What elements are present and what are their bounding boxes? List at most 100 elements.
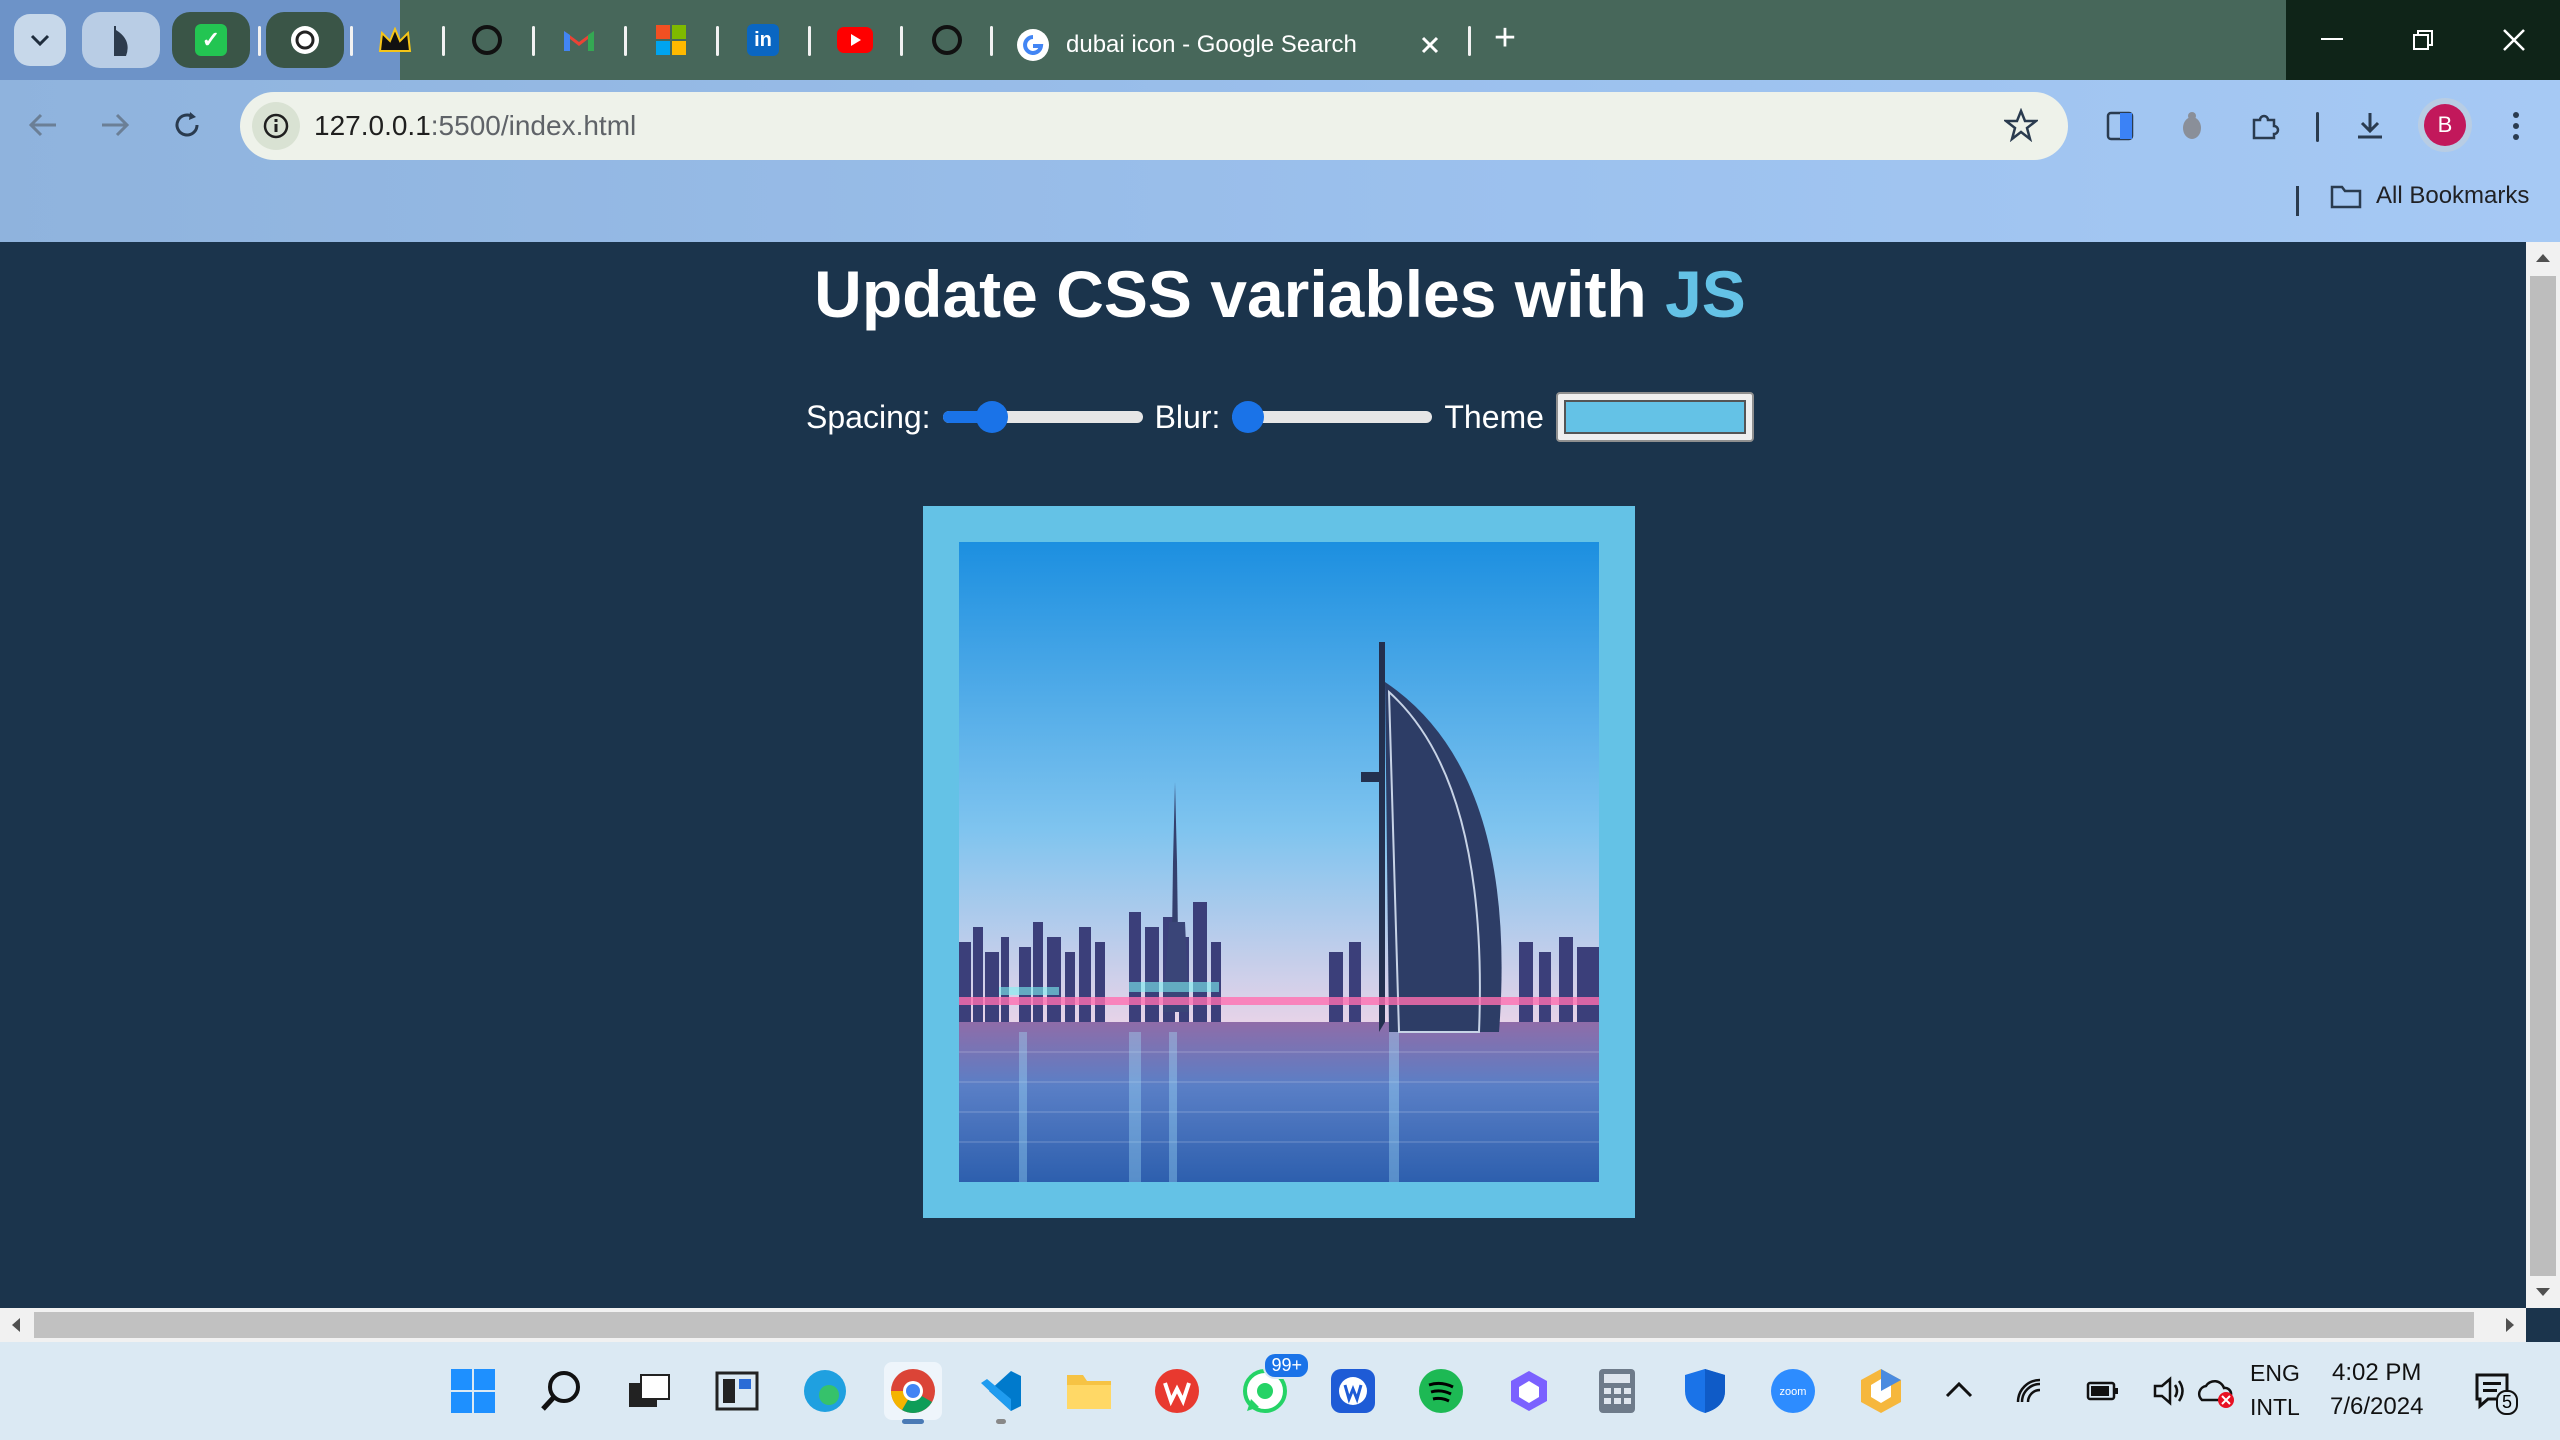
scroll-down-icon[interactable] [2526,1278,2560,1308]
time: 4:02 PM [2332,1359,2422,1386]
chevron-up-icon[interactable] [1944,1378,1974,1400]
defender-button[interactable] [1676,1362,1734,1420]
theme-label: Theme [1444,398,1544,435]
menu-button[interactable] [2494,104,2538,148]
site-info-button[interactable] [252,102,300,150]
onedrive-error-icon[interactable] [2196,1376,2236,1408]
pinned-tab-tasks[interactable]: ✓ [172,12,250,68]
pinned-tab-github-2[interactable] [908,12,986,68]
wifi-icon[interactable] [2014,1376,2044,1404]
search-icon [541,1371,580,1411]
file-explorer-button[interactable] [1060,1362,1118,1420]
date: 7/6/2024 [2330,1393,2424,1420]
windows-taskbar: 99+ zoom ENG INTL 4:02 PM 7/6/2024 5 [0,1342,2560,1440]
scroll-right-icon[interactable] [2496,1308,2526,1342]
tab-title: dubai icon - Google Search [1066,31,1357,58]
back-button[interactable] [20,102,66,148]
checkmark-icon: ✓ [195,24,227,56]
blur-label: Blur: [1154,398,1221,435]
tab-active-google-search[interactable]: dubai icon - Google Search [996,10,1452,80]
profile-avatar[interactable]: B [2424,104,2466,146]
pinned-tab-linkedin[interactable]: in [724,12,802,68]
url-text[interactable]: 127.0.0.1:5500/index.html [314,110,636,142]
edge-button[interactable] [796,1362,854,1420]
w-app-icon [1331,1369,1375,1413]
spacing-slider[interactable] [942,397,1143,437]
browser-chrome: ✓ in dubai icon - Google Search + 127.0.… [0,0,2560,242]
horizontal-scrollbar[interactable] [0,1308,2526,1342]
task-view-button[interactable] [620,1362,678,1420]
pinned-tab-youtube[interactable] [816,12,894,68]
wps-office-button[interactable] [1148,1362,1206,1420]
download-icon [2358,113,2382,139]
downloads-button[interactable] [2348,104,2392,148]
close-tab-icon[interactable] [1420,35,1440,55]
copilot-button[interactable] [1500,1362,1558,1420]
restore-icon [2412,30,2433,50]
svg-text:zoom: zoom [1780,1386,1807,1398]
gmail-icon [564,31,594,51]
reading-mode-button[interactable] [2098,104,2142,148]
edge-icon [804,1370,846,1412]
calculator-button[interactable] [1588,1362,1646,1420]
reload-button[interactable] [164,102,210,148]
theme-color-picker[interactable] [1555,392,1754,442]
scrollbar-thumb[interactable] [2530,276,2556,1276]
clock[interactable]: 4:02 PM 7/6/2024 [2330,1356,2423,1424]
close-icon [2502,29,2525,51]
search-button[interactable] [532,1362,590,1420]
chrome-icon [891,1369,935,1413]
new-tab-button[interactable]: + [1484,18,1526,60]
calculator-icon [1599,1369,1635,1413]
tab-search-button[interactable] [14,14,66,66]
pinned-tab-burj-al-arab[interactable] [82,12,160,68]
notification-count: 5 [2496,1390,2519,1415]
input-language[interactable]: ENG INTL [2250,1356,2300,1424]
controls-row: Spacing: Blur: Theme [0,392,2560,442]
pinned-tab-chatgpt[interactable] [266,12,344,68]
address-bar[interactable]: 127.0.0.1:5500/index.html [240,92,2068,160]
widgets-button[interactable] [708,1362,766,1420]
bookmarks-bar: All Bookmarks [0,178,2560,222]
scrollbar-thumb[interactable] [34,1312,2474,1338]
linkedin-icon: in [747,24,779,56]
restore-button[interactable] [2377,0,2468,80]
chrome-button[interactable] [884,1362,942,1424]
youtube-icon [837,27,873,53]
forward-button[interactable] [92,102,138,148]
extension-bug-button[interactable] [2170,104,2214,148]
app-w-button[interactable] [1324,1362,1382,1420]
start-button[interactable] [444,1362,502,1420]
hexagon-icon [1861,1369,1901,1413]
notifications-button[interactable]: 5 [2474,1372,2519,1417]
slider-thumb[interactable] [976,401,1009,433]
pinned-tab-microsoft[interactable] [632,12,710,68]
vscode-button[interactable] [972,1362,1030,1424]
spotify-button[interactable] [1412,1362,1470,1420]
task-view-icon [629,1374,670,1407]
shield-icon [1685,1369,1725,1413]
chevron-down-icon [30,34,50,47]
vertical-scrollbar[interactable] [2526,242,2560,1308]
windows-icon [451,1369,495,1413]
pinned-tab-crown[interactable] [356,12,434,68]
slider-thumb[interactable] [1232,401,1265,433]
dubai-skyline-image [959,542,1599,1182]
minimize-button[interactable] [2286,0,2377,80]
scroll-left-icon[interactable] [0,1308,30,1342]
page-title: Update CSS variables with JS [814,257,1746,331]
whatsapp-button[interactable]: 99+ [1236,1352,1310,1420]
scroll-up-icon[interactable] [2526,242,2560,272]
zoom-button[interactable]: zoom [1764,1362,1822,1420]
bookmark-star-icon[interactable] [2004,108,2038,142]
pinned-tab-github[interactable] [448,12,526,68]
extensions-button[interactable] [2242,104,2286,148]
blur-slider[interactable] [1232,397,1433,437]
app-hex-button[interactable] [1852,1362,1910,1420]
close-window-button[interactable] [2468,0,2559,80]
volume-icon[interactable] [2152,1376,2188,1406]
all-bookmarks-button[interactable]: All Bookmarks [2330,182,2529,210]
pinned-tab-gmail[interactable] [540,12,618,68]
window-controls [2286,0,2560,80]
battery-icon[interactable] [2086,1380,2120,1402]
